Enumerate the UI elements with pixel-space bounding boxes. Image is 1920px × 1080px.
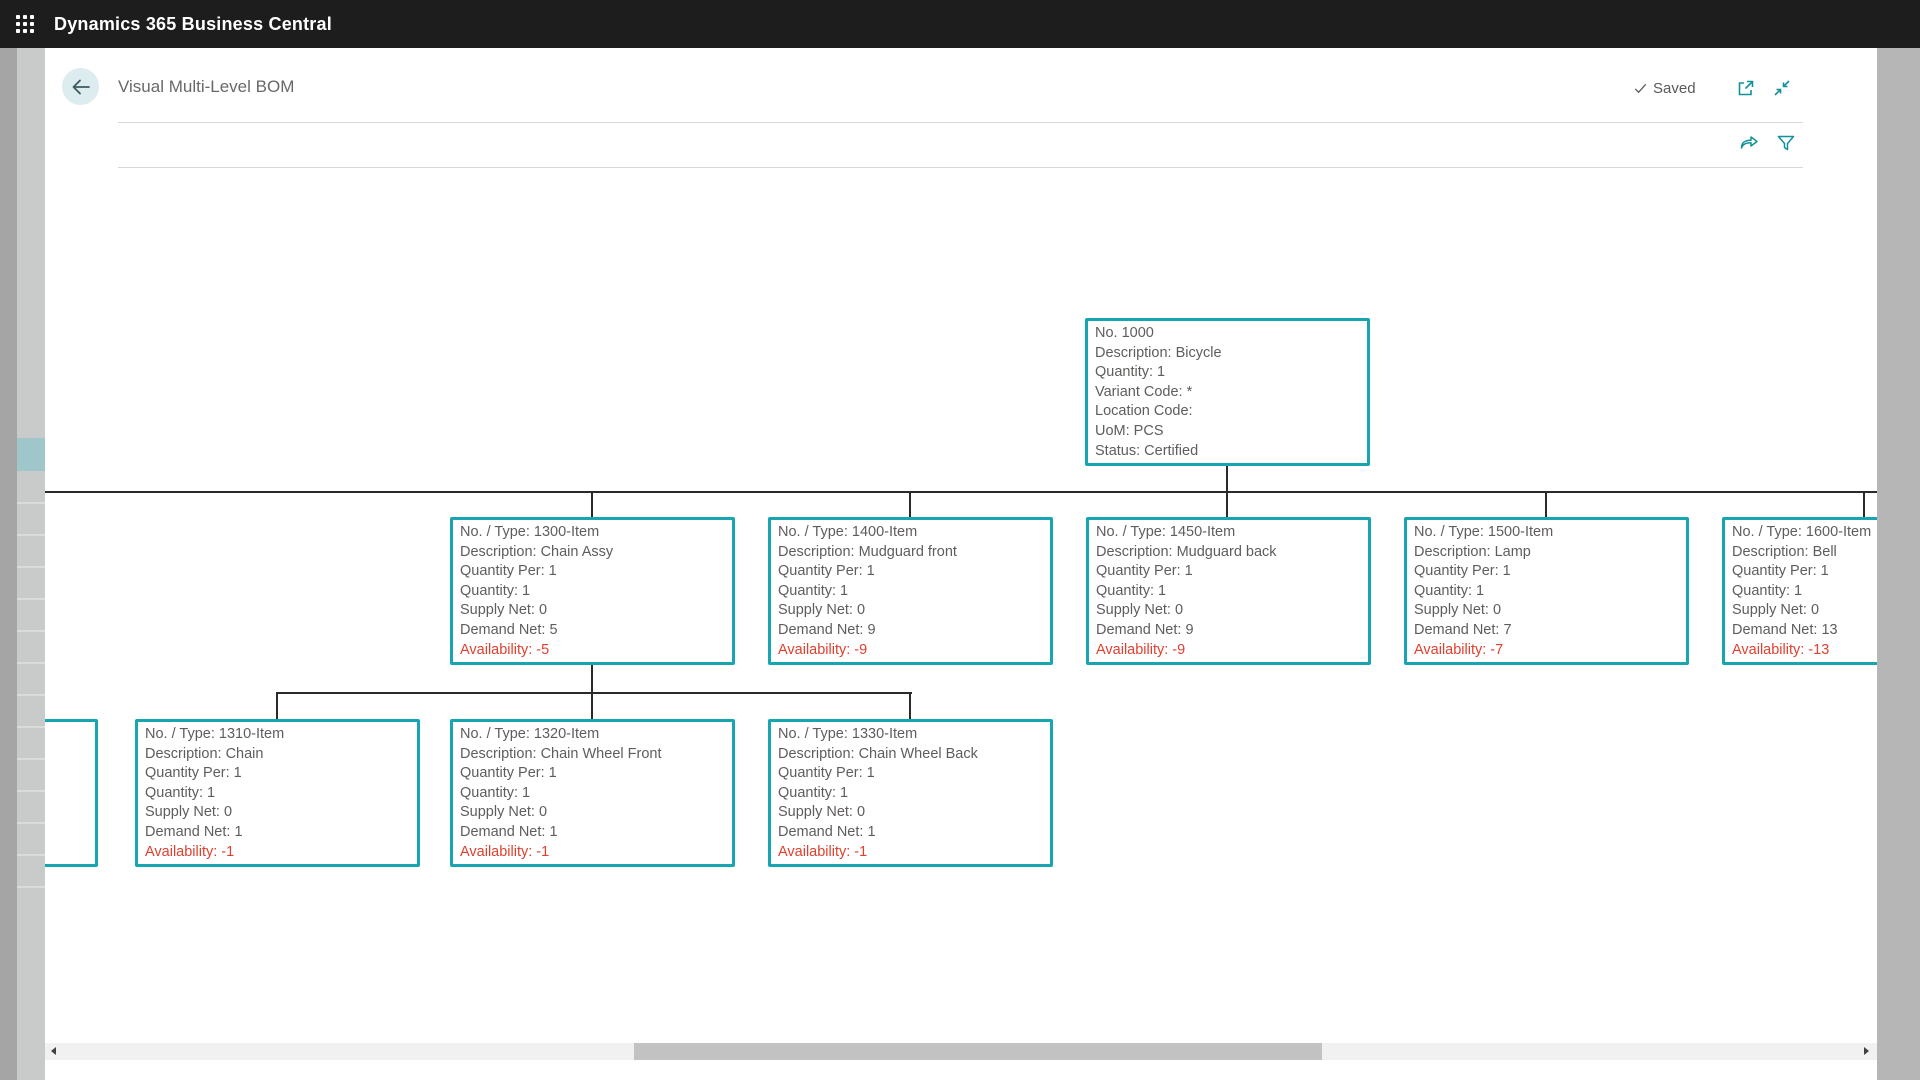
node-field: Quantity Per: 1	[778, 764, 1046, 784]
bom-node-1600[interactable]: No. / Type: 1600-ItemDescription: BellQu…	[1722, 517, 1877, 665]
node-field: Quantity Per: 1	[460, 764, 728, 784]
scrollbar-thumb[interactable]	[634, 1043, 1322, 1060]
node-field: No. / Type: 1310-Item	[145, 725, 413, 745]
connector-line	[909, 491, 911, 517]
node-field: No. / Type: 1330-Item	[778, 725, 1046, 745]
node-field: Description: Lamp	[1414, 543, 1682, 563]
node-field: Supply Net: 0	[460, 803, 728, 823]
node-field: Quantity: 1	[778, 582, 1046, 602]
node-field: Availability: -7	[1414, 641, 1682, 661]
node-field: Description: Mudguard front	[778, 543, 1046, 563]
node-field: Status: Certified	[1095, 442, 1363, 462]
background-selected-row	[17, 438, 45, 471]
node-field: Supply Net: 0	[778, 803, 1046, 823]
app-launcher-icon[interactable]	[14, 13, 36, 35]
diagram: No. 1000Description: BicycleQuantity: 1V…	[45, 48, 1877, 1080]
node-field: Demand Net: 9	[778, 621, 1046, 641]
node-field: Supply Net: 0	[1096, 601, 1364, 621]
node-field: Availability: -1	[460, 843, 728, 863]
node-field: No. / Type: 1600-Item	[1732, 523, 1877, 543]
scroll-right-icon[interactable]	[1864, 1047, 1869, 1055]
node-field: Quantity Per: 1	[460, 562, 728, 582]
node-field: Description: Chain Wheel Front	[460, 745, 728, 765]
background-left-margin	[0, 48, 17, 1080]
node-field: Demand Net: 1	[778, 823, 1046, 843]
bom-node-1300[interactable]: No. / Type: 1300-ItemDescription: Chain …	[450, 517, 735, 665]
background-list-hint	[17, 48, 45, 1080]
node-field: Description: Chain Assy	[460, 543, 728, 563]
scroll-left-icon[interactable]	[51, 1047, 56, 1055]
node-field: Quantity: 1	[778, 784, 1046, 804]
node-field: No. / Type: 1450-Item	[1096, 523, 1364, 543]
bom-node-1400[interactable]: No. / Type: 1400-ItemDescription: Mudgua…	[768, 517, 1053, 665]
node-field: Demand Net: 7	[1414, 621, 1682, 641]
node-field: Supply Net: 0	[145, 803, 413, 823]
bom-node-1310[interactable]: No. / Type: 1310-ItemDescription: ChainQ…	[135, 719, 420, 867]
node-field: Demand Net: 1	[145, 823, 413, 843]
node-field: No. / Type: 1320-Item	[460, 725, 728, 745]
connector-line	[1545, 491, 1547, 517]
node-field: Quantity: 1	[1096, 582, 1364, 602]
node-field: Supply Net: 0	[1414, 601, 1682, 621]
app-title: Dynamics 365 Business Central	[54, 14, 332, 35]
node-field: Availability: -1	[778, 843, 1046, 863]
node-field: Description: Chain	[145, 745, 413, 765]
node-field: Quantity: 1	[1095, 363, 1363, 383]
connector-line	[276, 692, 912, 694]
node-field: No. / Type: 1300-Item	[460, 523, 728, 543]
bom-node-1000[interactable]: No. 1000Description: BicycleQuantity: 1V…	[1085, 318, 1370, 466]
background-row-lines	[17, 472, 45, 904]
node-field: No. / Type: 1500-Item	[1414, 523, 1682, 543]
connector-line	[591, 491, 593, 517]
node-field: Quantity Per: 1	[145, 764, 413, 784]
bom-node-clipped-left[interactable]	[45, 719, 98, 867]
node-field: Availability: -9	[1096, 641, 1364, 661]
bom-node-1450[interactable]: No. / Type: 1450-ItemDescription: Mudgua…	[1086, 517, 1371, 665]
node-field: Quantity Per: 1	[1732, 562, 1877, 582]
node-field: UoM: PCS	[1095, 422, 1363, 442]
connector-line	[591, 692, 593, 719]
bom-node-1330[interactable]: No. / Type: 1330-ItemDescription: Chain …	[768, 719, 1053, 867]
bom-node-1320[interactable]: No. / Type: 1320-ItemDescription: Chain …	[450, 719, 735, 867]
node-field: Location Code:	[1095, 402, 1363, 422]
connector-line	[1226, 491, 1228, 517]
node-field: Availability: -9	[778, 641, 1046, 661]
node-field: Quantity: 1	[145, 784, 413, 804]
node-field: Description: Bicycle	[1095, 344, 1363, 364]
node-field: Availability: -1	[145, 843, 413, 863]
node-field: Supply Net: 0	[460, 601, 728, 621]
node-field: Description: Chain Wheel Back	[778, 745, 1046, 765]
node-field: Availability: -13	[1732, 641, 1877, 661]
node-field: Quantity: 1	[460, 582, 728, 602]
connector-line	[1226, 465, 1228, 493]
connector-line	[45, 491, 1877, 493]
topbar: Dynamics 365 Business Central	[0, 0, 1920, 48]
connector-line	[276, 692, 278, 719]
connector-line	[1863, 491, 1865, 517]
page-card: Visual Multi-Level BOM Saved	[45, 48, 1877, 1080]
node-field: Quantity: 1	[460, 784, 728, 804]
node-field: No. / Type: 1400-Item	[778, 523, 1046, 543]
node-field: Demand Net: 9	[1096, 621, 1364, 641]
node-field: No. 1000	[1095, 324, 1363, 344]
bom-node-1500[interactable]: No. / Type: 1500-ItemDescription: LampQu…	[1404, 517, 1689, 665]
node-field: Demand Net: 1	[460, 823, 728, 843]
connector-line	[591, 665, 593, 693]
horizontal-scrollbar[interactable]	[45, 1043, 1877, 1060]
node-field: Demand Net: 13	[1732, 621, 1877, 641]
node-field: Variant Code: *	[1095, 383, 1363, 403]
node-field: Supply Net: 0	[778, 601, 1046, 621]
connector-line	[909, 692, 911, 719]
node-field: Quantity Per: 1	[1096, 562, 1364, 582]
node-field: Quantity Per: 1	[1414, 562, 1682, 582]
node-field: Description: Mudguard back	[1096, 543, 1364, 563]
node-field: Description: Bell	[1732, 543, 1877, 563]
node-field: Demand Net: 5	[460, 621, 728, 641]
node-field: Supply Net: 0	[1732, 601, 1877, 621]
node-field: Availability: -5	[460, 641, 728, 661]
node-field: Quantity: 1	[1732, 582, 1877, 602]
node-field: Quantity: 1	[1414, 582, 1682, 602]
node-field: Quantity Per: 1	[778, 562, 1046, 582]
